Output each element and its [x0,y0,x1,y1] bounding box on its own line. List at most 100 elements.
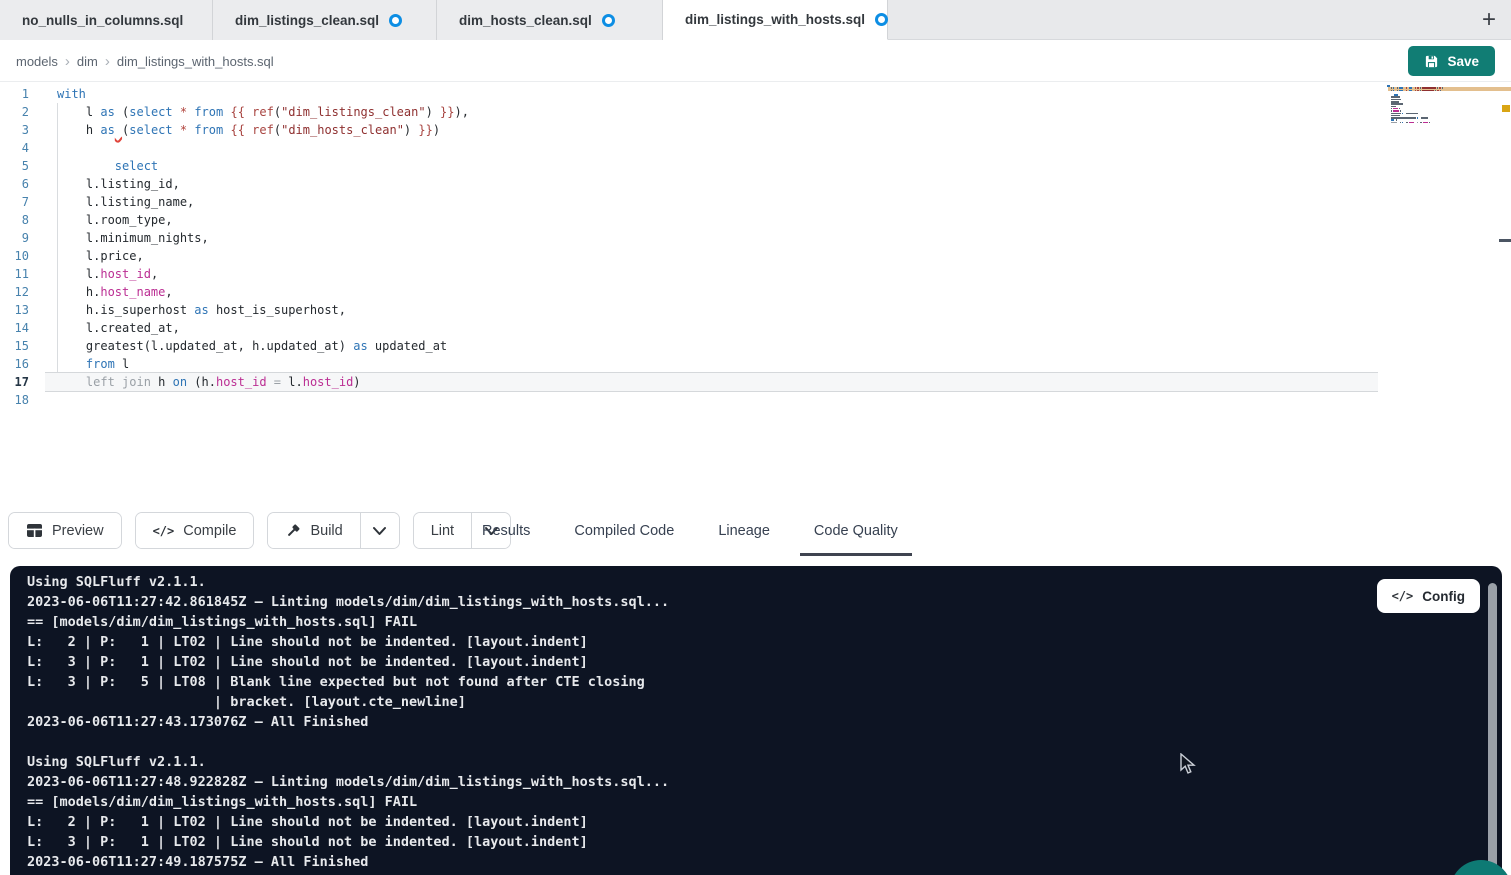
code-line[interactable]: with [45,85,1511,103]
tab-lineage[interactable]: Lineage [718,505,770,556]
minimap-space [1415,122,1416,124]
minimap-space [1404,87,1405,89]
minimap-line [1387,117,1465,119]
line-number: 10 [0,247,45,265]
file-tab-label: dim_listings_with_hosts.sql [685,12,865,27]
minimap-token [1397,87,1398,89]
file-tab[interactable]: dim_listings_clean.sql [213,0,437,40]
minimap-space [1404,122,1405,124]
minimap-token [1402,122,1403,124]
code-line[interactable]: l.listing_id, [45,175,1511,193]
code-line[interactable]: l.minimum_nights, [45,229,1511,247]
code-token: ref [252,105,274,119]
sql-editor[interactable]: 123456789101112131415161718 with l as (s… [0,83,1511,505]
save-button[interactable]: Save [1408,46,1495,76]
code-token: select [129,123,172,137]
line-number: 12 [0,283,45,301]
new-tab-button[interactable]: + [1467,0,1511,40]
code-line[interactable] [45,391,1511,409]
code-line[interactable]: h.is_superhost as host_is_superhost, [45,301,1511,319]
file-tab[interactable]: no_nulls_in_columns.sql [0,0,213,40]
code-line[interactable]: greatest(l.updated_at, h.updated_at) as … [45,337,1511,355]
minimap-token [1400,110,1401,112]
breadcrumb-segment[interactable]: dim [77,54,98,69]
line-number: 1 [0,85,45,103]
code-token [57,159,115,173]
terminal-scrollbar[interactable] [1488,583,1497,875]
tab-compiled-code[interactable]: Compiled Code [574,505,674,556]
minimap-line [1387,92,1465,94]
minimap-token [1417,90,1419,92]
code-token: * [180,105,187,119]
code-line[interactable]: from l [45,355,1511,373]
code-line[interactable] [45,139,1511,157]
code-line[interactable]: select [45,157,1511,175]
code-line[interactable]: h as (select * from {{ ref("dim_hosts_cl… [45,121,1511,139]
tab-code-quality[interactable]: Code Quality [814,505,898,556]
breadcrumb-separator-icon: › [105,53,110,70]
breadcrumb-segment[interactable]: dim_listings_with_hosts.sql [117,54,274,69]
preview-button[interactable]: Preview [9,513,121,548]
code-line[interactable]: l as (select * from {{ ref("dim_listings… [45,103,1511,121]
code-token: ( [115,105,129,119]
compile-button[interactable]: </>Compile [136,513,254,548]
code-line[interactable]: l.price, [45,247,1511,265]
code-token: host_name [100,285,165,299]
config-button[interactable]: </> Config [1377,579,1480,613]
code-line[interactable]: l.room_type, [45,211,1511,229]
code-token: = [274,375,281,389]
code-token [173,105,180,119]
code-token: from [86,357,115,371]
minimap-space [1387,117,1390,119]
code-token: "dim_listings_clean" [281,105,426,119]
code-area[interactable]: with l as (select * from {{ ref("dim_lis… [45,85,1511,409]
file-tab-label: no_nulls_in_columns.sql [22,13,183,28]
build-dropdown-button[interactable] [361,513,399,548]
minimap-token [1423,122,1428,124]
code-token: greatest(l.updated_at, h.updated_at) [57,339,353,353]
minimap-token [1399,87,1403,89]
minimap-space [1408,90,1409,92]
code-token: as [353,339,367,353]
minimap-token [1387,85,1390,87]
code-line[interactable]: l.created_at, [45,319,1511,337]
tab-results[interactable]: Results [482,505,530,556]
code-token: as [100,123,114,137]
code-token: l [57,105,100,119]
code-token [57,357,86,371]
minimap-space [1387,106,1390,108]
minimap-line [1387,90,1465,92]
minimap-line [1387,108,1465,110]
line-number: 15 [0,337,45,355]
minimap-token [1406,122,1408,124]
lint-output-terminal[interactable]: Using SQLFluff v2.1.1. 2023-06-06T11:27:… [10,566,1502,875]
breadcrumb-segment[interactable]: models [16,54,58,69]
code-token: ref [252,123,274,137]
code-line[interactable]: l.listing_name, [45,193,1511,211]
code-line[interactable]: h.host_name, [45,283,1511,301]
minimap-space [1387,122,1390,124]
code-line[interactable]: left join h on (h.host_id = l.host_id) [45,372,1378,392]
line-number: 3 [0,121,45,139]
line-number: 18 [0,391,45,409]
minimap[interactable] [1387,85,1465,126]
minimap-token [1420,122,1421,124]
line-number: 9 [0,229,45,247]
minimap-token [1435,90,1436,92]
minimap-token [1402,113,1403,115]
minimap-token [1391,108,1392,110]
action-buttons: Preview </>Compile Build Lint [8,512,511,549]
minimap-space [1387,96,1390,98]
code-token: h [57,123,100,137]
minimap-token [1421,117,1428,119]
minimap-token [1397,90,1398,92]
lint-button[interactable]: Lint [414,513,471,548]
file-tab[interactable]: dim_listings_with_hosts.sql [663,0,888,40]
file-tab[interactable]: dim_hosts_clean.sql [437,0,663,40]
minimap-line [1387,119,1465,121]
build-button[interactable]: Build [268,513,359,548]
code-line[interactable]: l.host_id, [45,265,1511,283]
code-token: on [173,375,187,389]
editor-toolbar: Preview </>Compile Build Lint Results Compil… [0,505,1511,556]
code-token: from [194,105,223,119]
